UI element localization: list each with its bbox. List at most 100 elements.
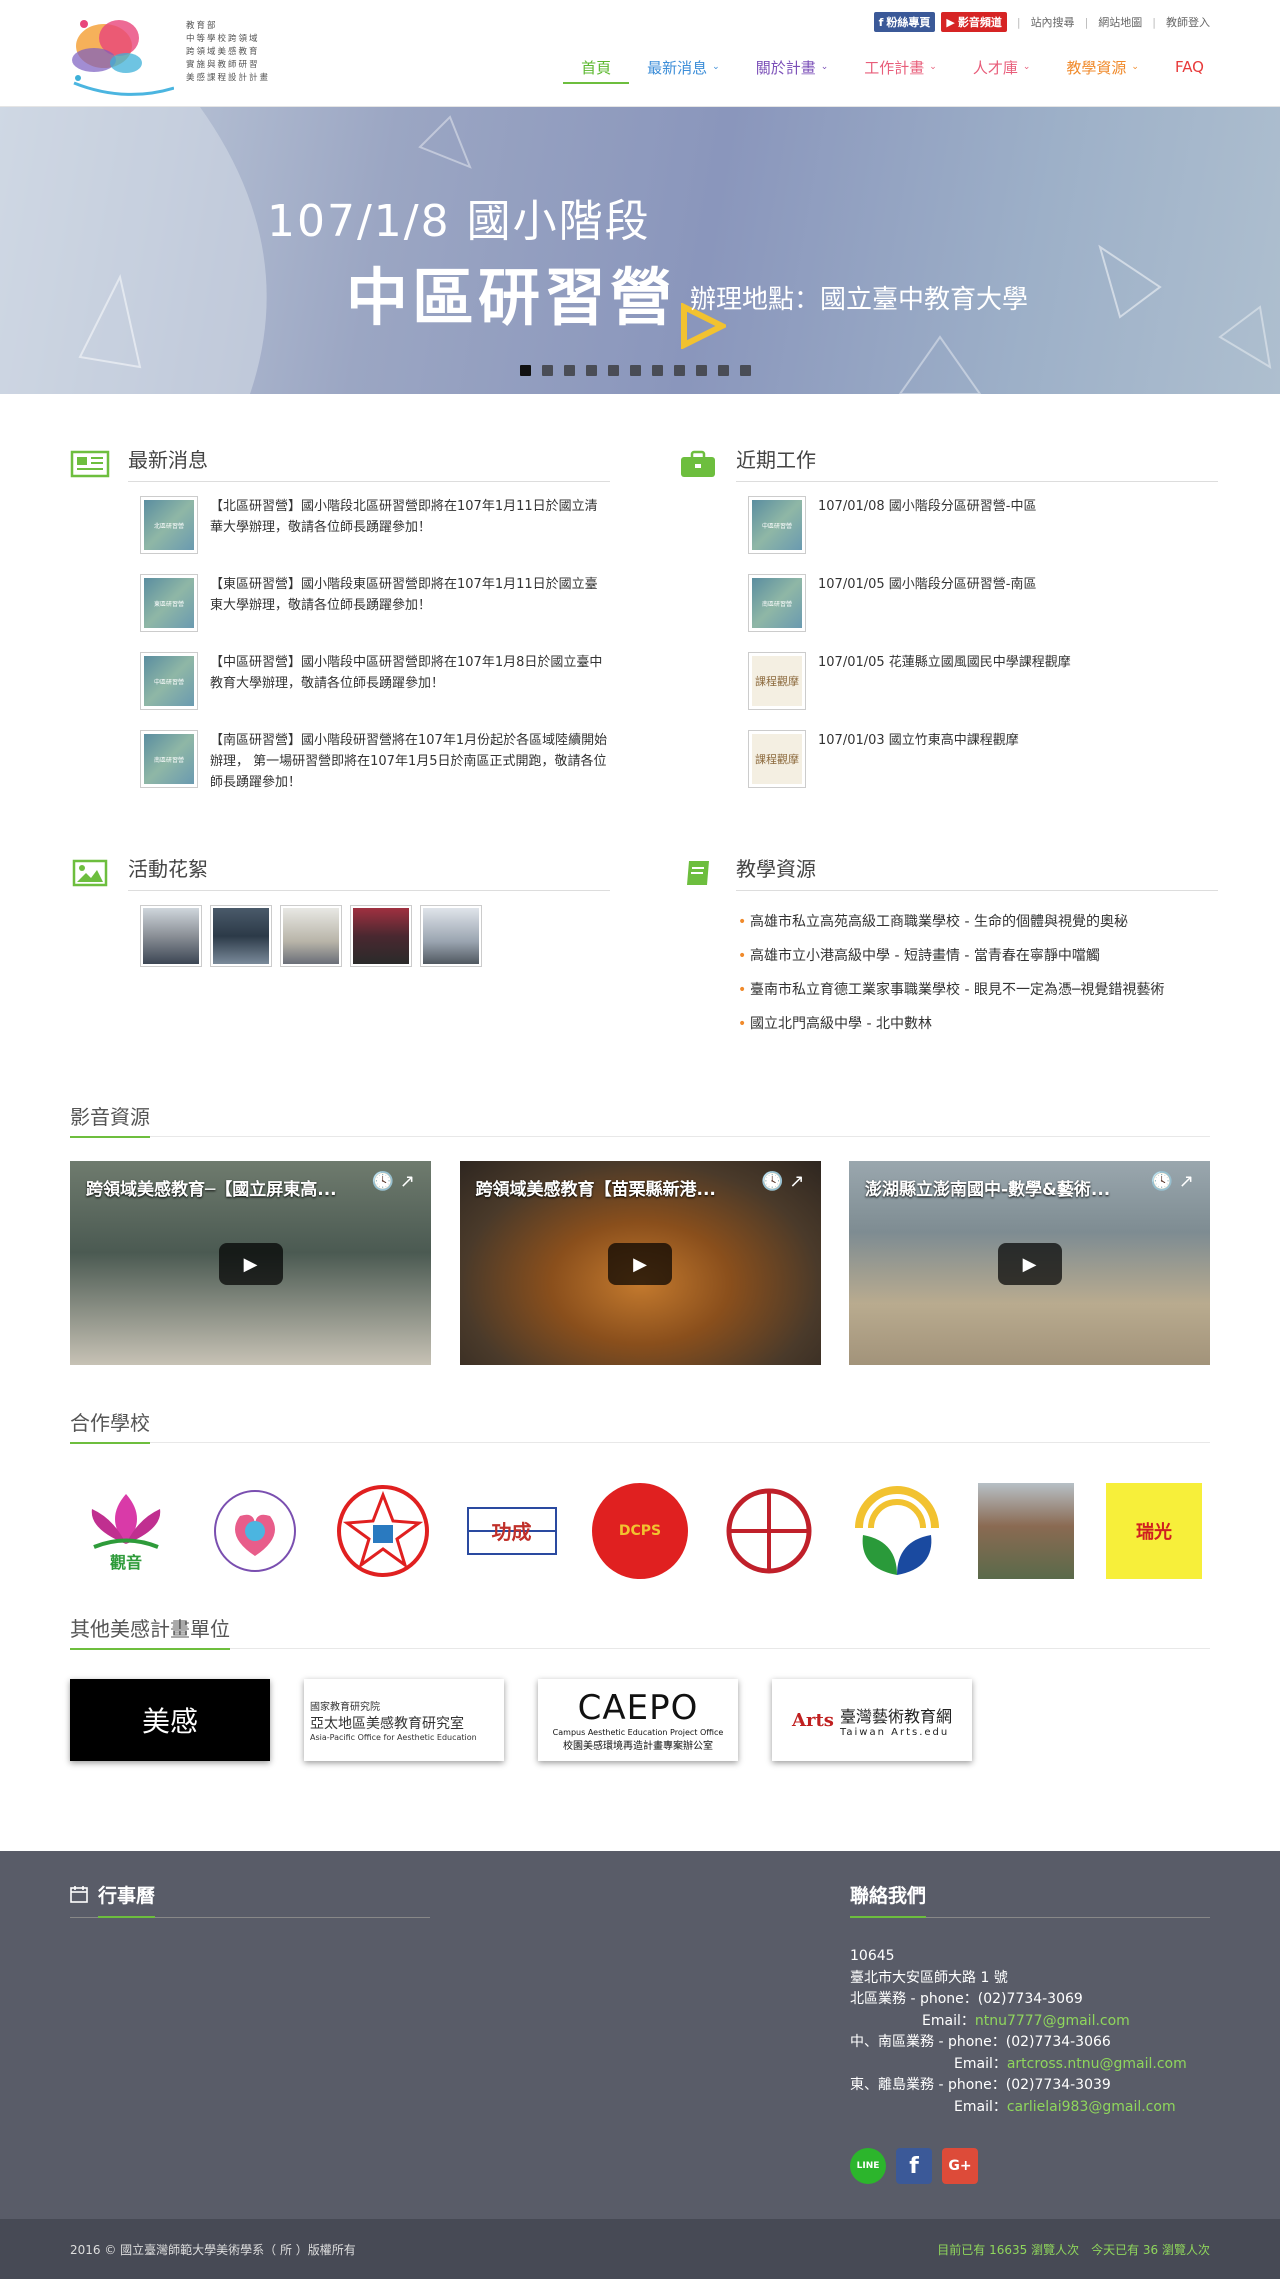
nav-talent[interactable]: 人才庫 ⌄ (955, 52, 1049, 84)
facebook-icon[interactable]: f (896, 2148, 932, 2184)
resource-link[interactable]: 高雄市立小港高級中學 - 短詩畫情 - 當青春在寧靜中噹觸 (738, 939, 1218, 973)
partner-logo-art: Arts (792, 1709, 834, 1731)
play-icon[interactable]: ▶ (608, 1243, 672, 1285)
recent-text[interactable]: 107/01/03 國立竹東高中課程觀摩 (818, 730, 1019, 788)
news-title: 最新消息 (128, 446, 610, 482)
mid-email-link[interactable]: artcross.ntnu@gmail.com (1007, 2056, 1187, 2072)
carousel-dot[interactable] (674, 365, 685, 376)
recent-text[interactable]: 107/01/05 國小階段分區研習營-南區 (818, 574, 1036, 632)
gallery-title: 活動花絮 (128, 855, 610, 891)
nav-work-plan[interactable]: 工作計畫 ⌄ (846, 52, 955, 84)
thumbnail-caption: 中區研習營 (144, 656, 194, 706)
carousel-dot[interactable] (652, 365, 663, 376)
hero-carousel[interactable]: 107/1/8 國小階段 中區研習營 辦理地點：國立臺中教育大學 (0, 107, 1280, 394)
gallery-photo[interactable] (280, 905, 342, 967)
youtube-channel-link[interactable]: ▶ 影音頻道 (941, 12, 1007, 32)
nav-about[interactable]: 關於計畫 ⌄ (738, 52, 847, 84)
school-logo[interactable] (849, 1483, 945, 1579)
video-title: 澎湖縣立澎南國中-數學&藝術... (865, 1180, 1111, 1200)
nav-faq[interactable]: FAQ (1157, 52, 1222, 84)
north-email-link[interactable]: ntnu7777@gmail.com (975, 2013, 1130, 2029)
gallery-photo[interactable] (140, 905, 202, 967)
carousel-dot[interactable] (564, 365, 575, 376)
school-logo[interactable]: 功成 (464, 1483, 560, 1579)
video-embed[interactable]: 跨領域美感教育─【國立屏東高... 🕓 ↗ ▶ (70, 1161, 431, 1365)
recent-thumbnail: 中區研習營 (748, 496, 806, 554)
recent-item[interactable]: 課程觀摩 107/01/03 國立竹東高中課程觀摩 (748, 730, 1218, 788)
youtube-icon: ▶ (946, 15, 955, 29)
sitemap-link[interactable]: 網站地圖 (1098, 14, 1142, 30)
recent-text[interactable]: 107/01/05 花蓮縣立國風國民中學課程觀摩 (818, 652, 1071, 710)
gallery-photo[interactable] (420, 905, 482, 967)
social-links: LINE f G+ (850, 2148, 1210, 2184)
video-embed[interactable]: 澎湖縣立澎南國中-數學&藝術... 🕓 ↗ ▶ (849, 1161, 1210, 1365)
news-item[interactable]: 南區研習營 【南區研習營】國小階段研習營將在107年1月份起於各區域陸續開始辦理… (140, 730, 610, 793)
divider: | (1152, 15, 1156, 29)
news-item[interactable]: 東區研習營 【東區研習營】國小階段東區研習營即將在107年1月11日於國立臺東大… (140, 574, 610, 632)
line-icon[interactable]: LINE (850, 2148, 886, 2184)
news-text[interactable]: 【南區研習營】國小階段研習營將在107年1月份起於各區域陸續開始辦理， 第一場研… (210, 730, 610, 793)
carousel-dot[interactable] (696, 365, 707, 376)
nav-news[interactable]: 最新消息 ⌄ (629, 52, 738, 84)
nav-label: FAQ (1174, 58, 1204, 76)
carousel-dot[interactable] (740, 365, 751, 376)
video-embed[interactable]: 跨領域美感教育【苗栗縣新港... 🕓 ↗ ▶ (459, 1161, 821, 1365)
teacher-login-link[interactable]: 教師登入 (1166, 14, 1210, 30)
watch-later-share-icons[interactable]: 🕓 ↗ (761, 1171, 804, 1192)
site-logo[interactable]: 教育部 中等學校跨領域 跨領域美感教育 實施與教師研習 美感課程設計計畫 (64, 8, 304, 102)
carousel-dot[interactable] (542, 365, 553, 376)
recent-item[interactable]: 中區研習營 107/01/08 國小階段分區研習營-中區 (748, 496, 1218, 554)
facebook-icon: f (878, 15, 884, 29)
carousel-dot[interactable] (608, 365, 619, 376)
recent-item[interactable]: 南區研習營 107/01/05 國小階段分區研習營-南區 (748, 574, 1218, 632)
address: 臺北市大安區師大路 1 號 (850, 1969, 1008, 1986)
nav-resources[interactable]: 教學資源 ⌄ (1048, 52, 1157, 84)
email-label: Email： (954, 2055, 1007, 2072)
news-item[interactable]: 北區研習營 【北區研習營】國小階段北區研習營即將在107年1月11日於國立清華大… (140, 496, 610, 554)
resource-link[interactable]: 臺南市私立育德工業家事職業學校 - 眼見不一定為憑─視覺錯視藝術 (738, 973, 1218, 1007)
partner-logo[interactable]: 國家教育研究院 亞太地區美感教育研究室 Asia-Pacific Office … (304, 1679, 504, 1761)
carousel-dot[interactable] (718, 365, 729, 376)
recent-text[interactable]: 107/01/08 國小階段分區研習營-中區 (818, 496, 1036, 554)
play-icon[interactable]: ▶ (997, 1243, 1062, 1285)
site-search-link[interactable]: 站內搜尋 (1031, 14, 1075, 30)
briefcase-icon (678, 449, 718, 479)
partner-schools-section: 合作學校 觀音 功成 DCPS 瑞光 (0, 1403, 1280, 1579)
news-text[interactable]: 【北區研習營】國小階段北區研習營即將在107年1月11日於國立清華大學辦理，敬請… (210, 496, 610, 554)
recent-thumbnail: 課程觀摩 (748, 730, 806, 788)
carousel-dot[interactable] (630, 365, 641, 376)
school-logo[interactable] (977, 1483, 1074, 1579)
gallery-photo[interactable] (350, 905, 412, 967)
watch-later-share-icons[interactable]: 🕓 ↗ (1151, 1171, 1194, 1192)
recent-item[interactable]: 課程觀摩 107/01/05 花蓮縣立國風國民中學課程觀摩 (748, 652, 1218, 710)
watch-later-share-icons[interactable]: 🕓 ↗ (372, 1171, 415, 1192)
gallery-photo[interactable] (210, 905, 272, 967)
news-item[interactable]: 中區研習營 【中區研習營】國小階段中區研習營即將在107年1月8日於國立臺中教育… (140, 652, 610, 710)
east-email-link[interactable]: carlielai983@gmail.com (1007, 2099, 1176, 2115)
school-logo[interactable] (207, 1483, 303, 1579)
school-logo[interactable] (335, 1483, 431, 1579)
play-icon[interactable]: ▶ (218, 1243, 283, 1285)
school-logo[interactable]: DCPS (592, 1483, 688, 1579)
news-text[interactable]: 【東區研習營】國小階段東區研習營即將在107年1月11日於國立臺東大學辦理，敬請… (210, 574, 610, 632)
resource-link[interactable]: 高雄市私立高苑高級工商職業學校 - 生命的個體與視覺的奧秘 (738, 905, 1218, 939)
copyright-text: 2016 © 國立臺灣師範大學美術學系（ 所 ）版權所有 (70, 2242, 356, 2257)
calendar-section: 行事曆 (70, 1881, 430, 1918)
google-plus-icon[interactable]: G+ (942, 2148, 978, 2184)
school-logo[interactable]: 觀音 (78, 1483, 174, 1579)
logo-line: 中等學校跨領域 (186, 34, 260, 44)
school-logo[interactable] (721, 1483, 817, 1579)
lotus-icon (91, 1494, 161, 1549)
partner-logo[interactable]: CAEPO Campus Aesthetic Education Project… (538, 1679, 738, 1761)
partner-logo[interactable]: 美感 (70, 1679, 270, 1761)
facebook-fanpage-link[interactable]: f 粉絲專頁 (873, 12, 936, 32)
carousel-dot[interactable] (586, 365, 597, 376)
school-logo[interactable]: 瑞光 (1106, 1483, 1202, 1579)
resource-link[interactable]: 國立北門高級中學 - 北中數林 (738, 1007, 1218, 1041)
nav-label: 教學資源 (1066, 58, 1127, 77)
news-text[interactable]: 【中區研習營】國小階段中區研習營即將在107年1月8日於國立臺中教育大學辦理，敬… (210, 652, 610, 710)
carousel-dot[interactable] (520, 365, 531, 376)
partner-logo-text: CAEPO (577, 1688, 699, 1728)
partner-logo[interactable]: Arts 臺灣藝術教育網 Taiwan Arts.edu (772, 1679, 972, 1761)
nav-home[interactable]: 首頁 (563, 52, 630, 84)
